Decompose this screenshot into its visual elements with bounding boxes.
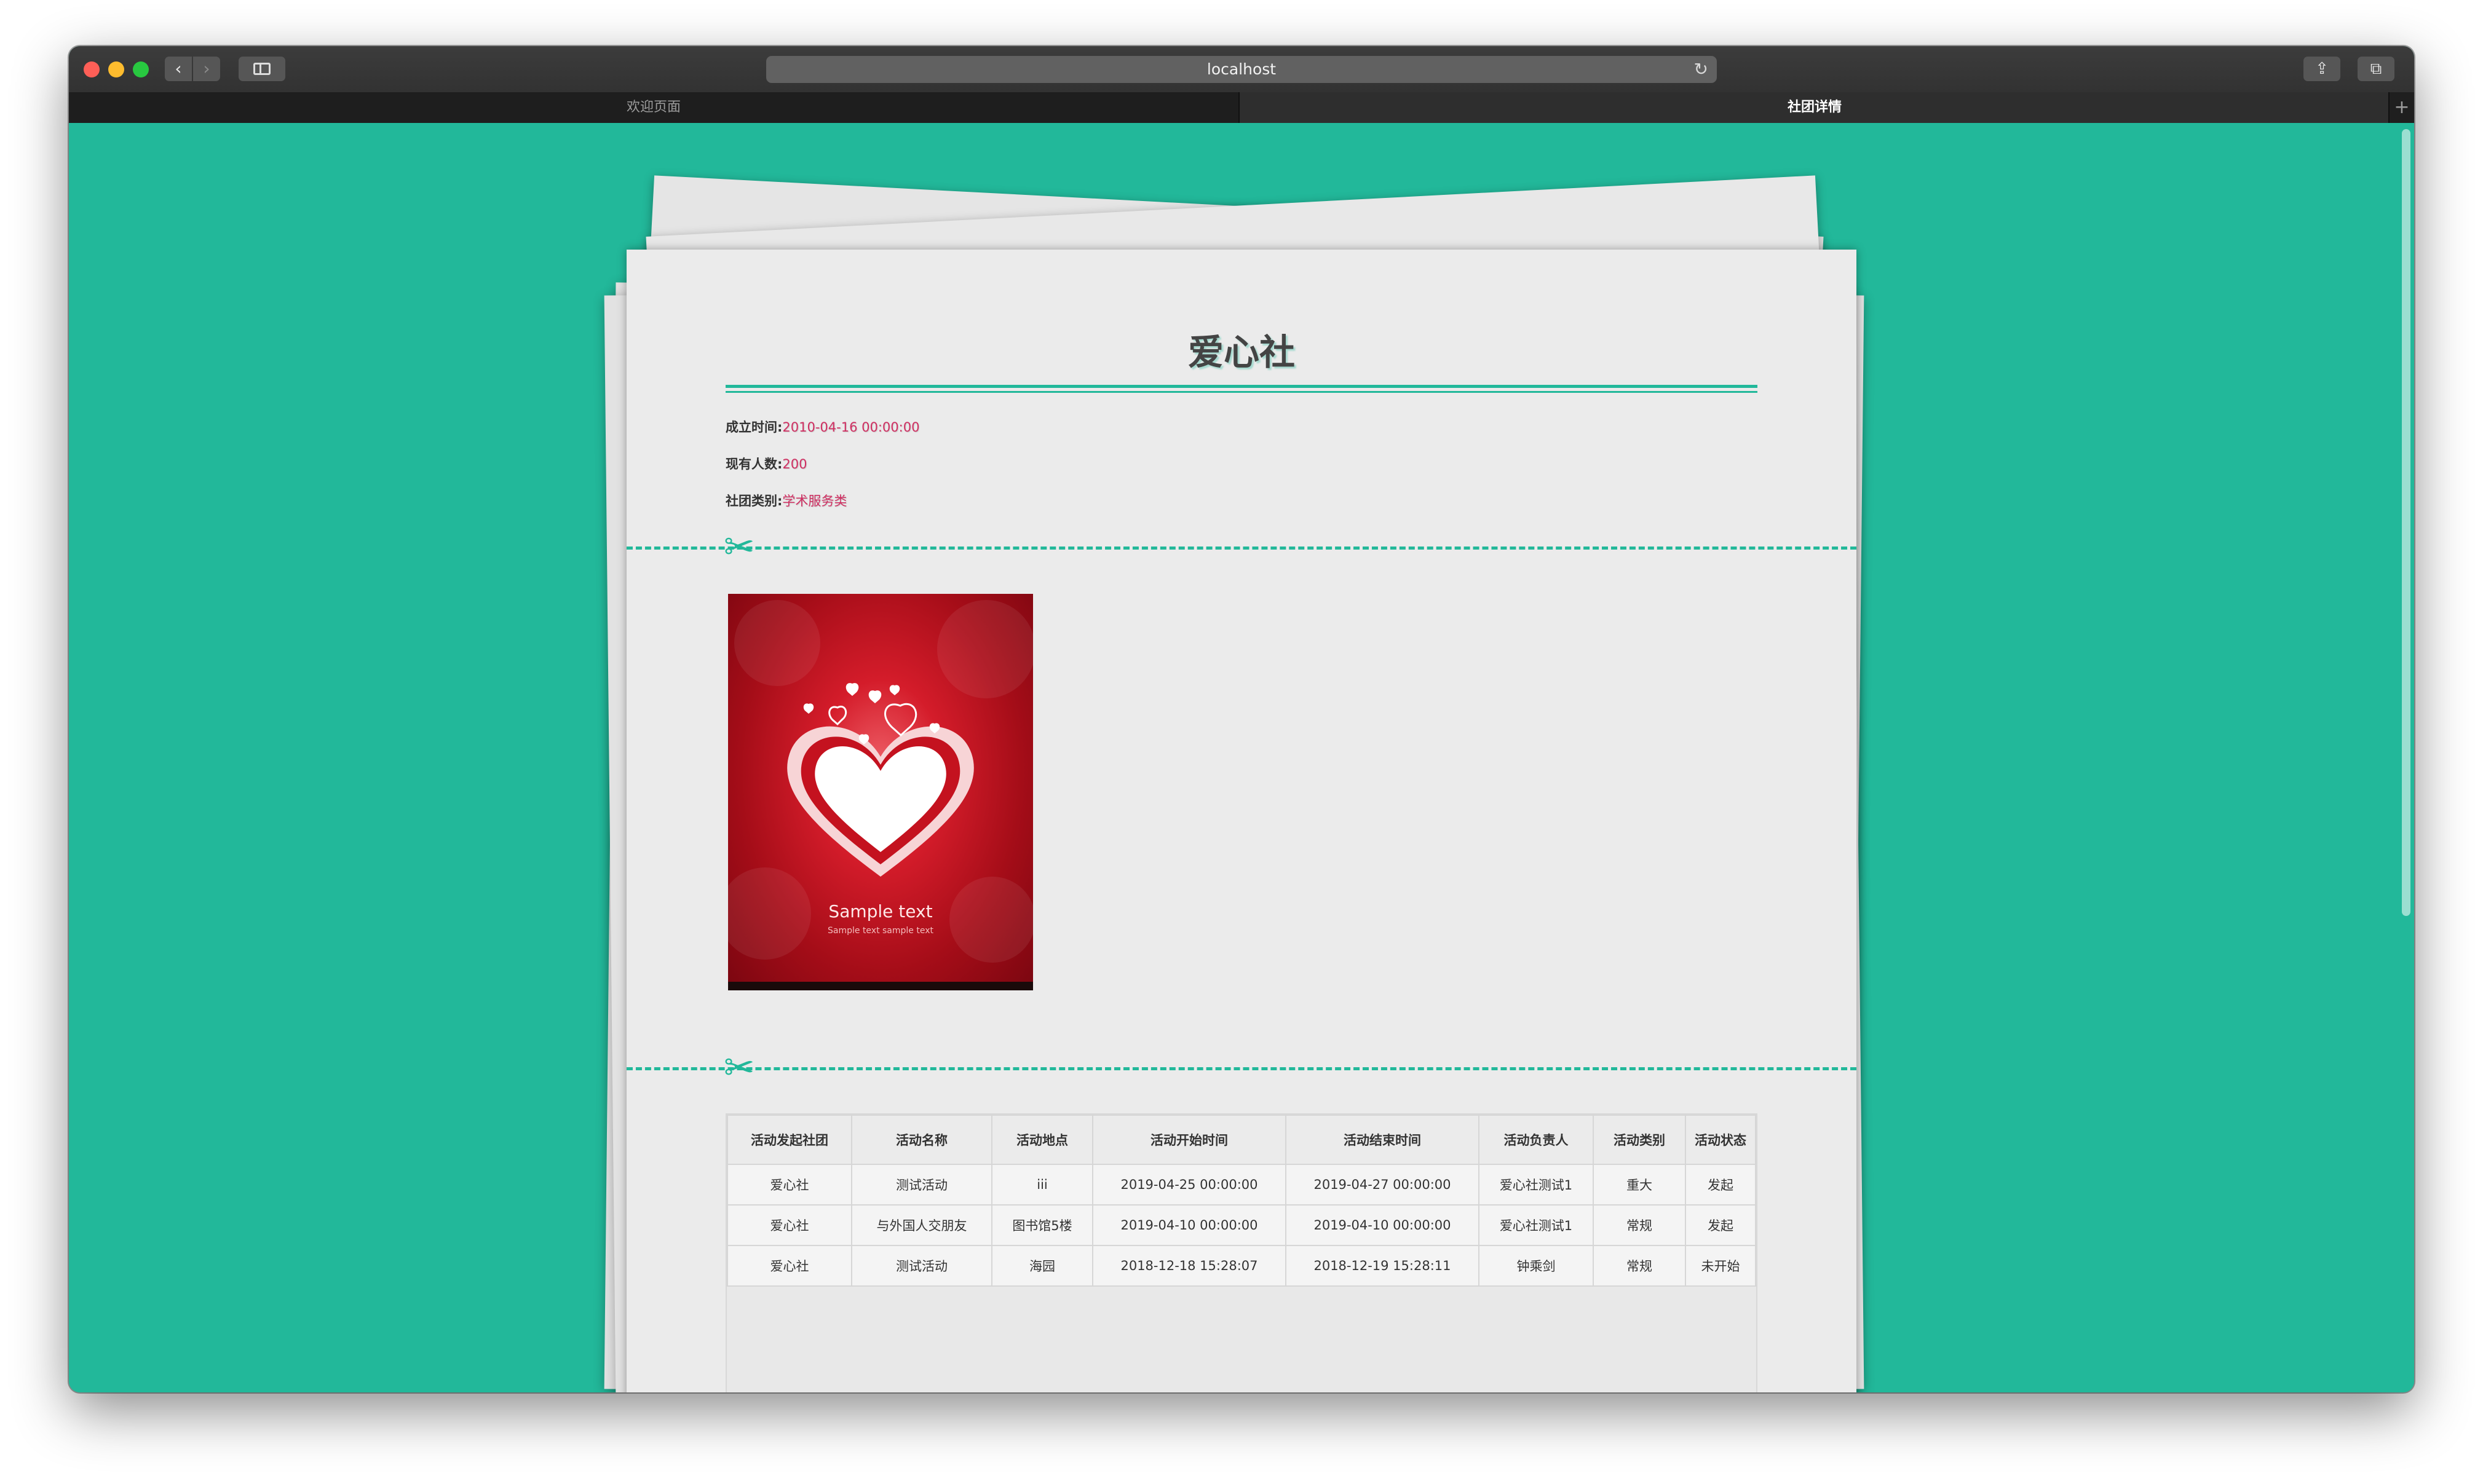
- table-cell: 2019-04-27 00:00:00: [1285, 1164, 1479, 1206]
- table-cell: iii: [991, 1164, 1093, 1206]
- new-tab-icon[interactable]: +: [2388, 92, 2414, 123]
- members-row: 现有人数:200: [726, 454, 807, 473]
- table-cell: 常规: [1593, 1204, 1686, 1246]
- column-header: 活动发起社团: [727, 1115, 852, 1165]
- members-label: 现有人数:: [726, 457, 783, 472]
- tabs-icon[interactable]: ⧉: [2358, 57, 2394, 81]
- forward-icon[interactable]: ›: [193, 57, 220, 81]
- sidebar-toggle-button[interactable]: [239, 57, 285, 81]
- back-icon[interactable]: ‹: [165, 57, 192, 81]
- close-window-button[interactable]: [84, 61, 100, 77]
- column-header: 活动地点: [991, 1115, 1093, 1165]
- table-cell: 海园: [991, 1245, 1093, 1287]
- table-header-row: 活动发起社团 活动名称 活动地点 活动开始时间 活动结束时间 活动负责人 活动类…: [727, 1115, 1756, 1165]
- column-header: 活动负责人: [1478, 1115, 1594, 1165]
- founded-value: 2010-04-16 00:00:00: [782, 420, 920, 435]
- sidebar-icon: [253, 63, 271, 75]
- founded-row: 成立时间:2010-04-16 00:00:00: [726, 417, 919, 436]
- address-bar[interactable]: localhost ↻: [766, 56, 1717, 83]
- title-bar: ‹ › localhost ↻ ⇪ ⧉: [69, 46, 2414, 92]
- page-scrollbar[interactable]: [2402, 129, 2410, 916]
- maximize-window-button[interactable]: [133, 61, 149, 77]
- column-header: 活动状态: [1685, 1115, 1756, 1165]
- table-cell: 未开始: [1685, 1245, 1756, 1287]
- table-cell: 2019-04-10 00:00:00: [1285, 1204, 1479, 1246]
- table-cell: 测试活动: [851, 1245, 992, 1287]
- table-row[interactable]: 爱心社 与外国人交朋友 图书馆5楼 2019-04-10 00:00:00 20…: [727, 1204, 1756, 1246]
- tab-welcome[interactable]: 欢迎页面: [69, 92, 1240, 123]
- category-value: 学术服务类: [782, 494, 847, 508]
- table-cell: 2018-12-18 15:28:07: [1092, 1245, 1286, 1287]
- column-header: 活动结束时间: [1285, 1115, 1479, 1165]
- table-cell: 爱心社: [727, 1164, 852, 1206]
- table-cell: 爱心社测试1: [1478, 1204, 1594, 1246]
- poster-subcaption: Sample text sample text: [827, 926, 933, 936]
- column-header: 活动类别: [1593, 1115, 1686, 1165]
- table-row[interactable]: 爱心社 测试活动 海园 2018-12-18 15:28:07 2018-12-…: [727, 1245, 1756, 1287]
- minimize-window-button[interactable]: [108, 61, 124, 77]
- founded-label: 成立时间:: [726, 420, 783, 435]
- url-text: localhost: [1206, 60, 1277, 78]
- activities-table: 活动发起社团 活动名称 活动地点 活动开始时间 活动结束时间 活动负责人 活动类…: [726, 1113, 1757, 1392]
- table-cell: 2019-04-25 00:00:00: [1092, 1164, 1286, 1206]
- poster-watermark-strip: [728, 982, 1033, 990]
- browser-window: ‹ › localhost ↻ ⇪ ⧉ 欢迎页面 社团详情 + 爱心社 成立时间…: [69, 46, 2414, 1392]
- category-row: 社团类别:学术服务类: [726, 491, 847, 510]
- scissors-icon: ✂: [724, 526, 755, 569]
- scissors-icon: ✂: [724, 1046, 755, 1089]
- tab-bar: 欢迎页面 社团详情 +: [69, 92, 2414, 123]
- column-header: 活动名称: [851, 1115, 992, 1165]
- table-cell: 2019-04-10 00:00:00: [1092, 1204, 1286, 1246]
- share-icon[interactable]: ⇪: [2303, 57, 2340, 81]
- table-cell: 爱心社测试1: [1478, 1164, 1594, 1206]
- column-header: 活动开始时间: [1092, 1115, 1286, 1165]
- table-cell: 钟乘剑: [1478, 1245, 1594, 1287]
- club-poster-image: Sample text Sample text sample text: [728, 594, 1033, 990]
- table-cell: 重大: [1593, 1164, 1686, 1206]
- table-cell: 测试活动: [851, 1164, 992, 1206]
- title-divider: [726, 391, 1757, 393]
- reload-icon[interactable]: ↻: [1694, 56, 1708, 83]
- table-cell: 图书馆5楼: [991, 1204, 1093, 1246]
- club-detail-card: 爱心社 成立时间:2010-04-16 00:00:00 现有人数:200 社团…: [627, 250, 1856, 1392]
- page-content: 爱心社 成立时间:2010-04-16 00:00:00 现有人数:200 社团…: [69, 123, 2414, 1392]
- page-title: 爱心社: [1187, 331, 1295, 373]
- title-divider: [726, 385, 1757, 388]
- table-cell: 与外国人交朋友: [851, 1204, 992, 1246]
- dashed-divider: [627, 547, 1856, 550]
- table-cell: 爱心社: [727, 1204, 852, 1246]
- table-cell: 发起: [1685, 1204, 1756, 1246]
- table-cell: 爱心社: [727, 1245, 852, 1287]
- members-value: 200: [782, 457, 807, 472]
- poster-caption: Sample text: [828, 901, 933, 922]
- table-cell: 常规: [1593, 1245, 1686, 1287]
- table-cell: 2018-12-19 15:28:11: [1285, 1245, 1479, 1287]
- tab-club-detail[interactable]: 社团详情: [1240, 92, 2390, 123]
- table-row[interactable]: 爱心社 测试活动 iii 2019-04-25 00:00:00 2019-04…: [727, 1164, 1756, 1206]
- dashed-divider: [627, 1067, 1856, 1070]
- category-label: 社团类别:: [726, 494, 783, 508]
- table-cell: 发起: [1685, 1164, 1756, 1206]
